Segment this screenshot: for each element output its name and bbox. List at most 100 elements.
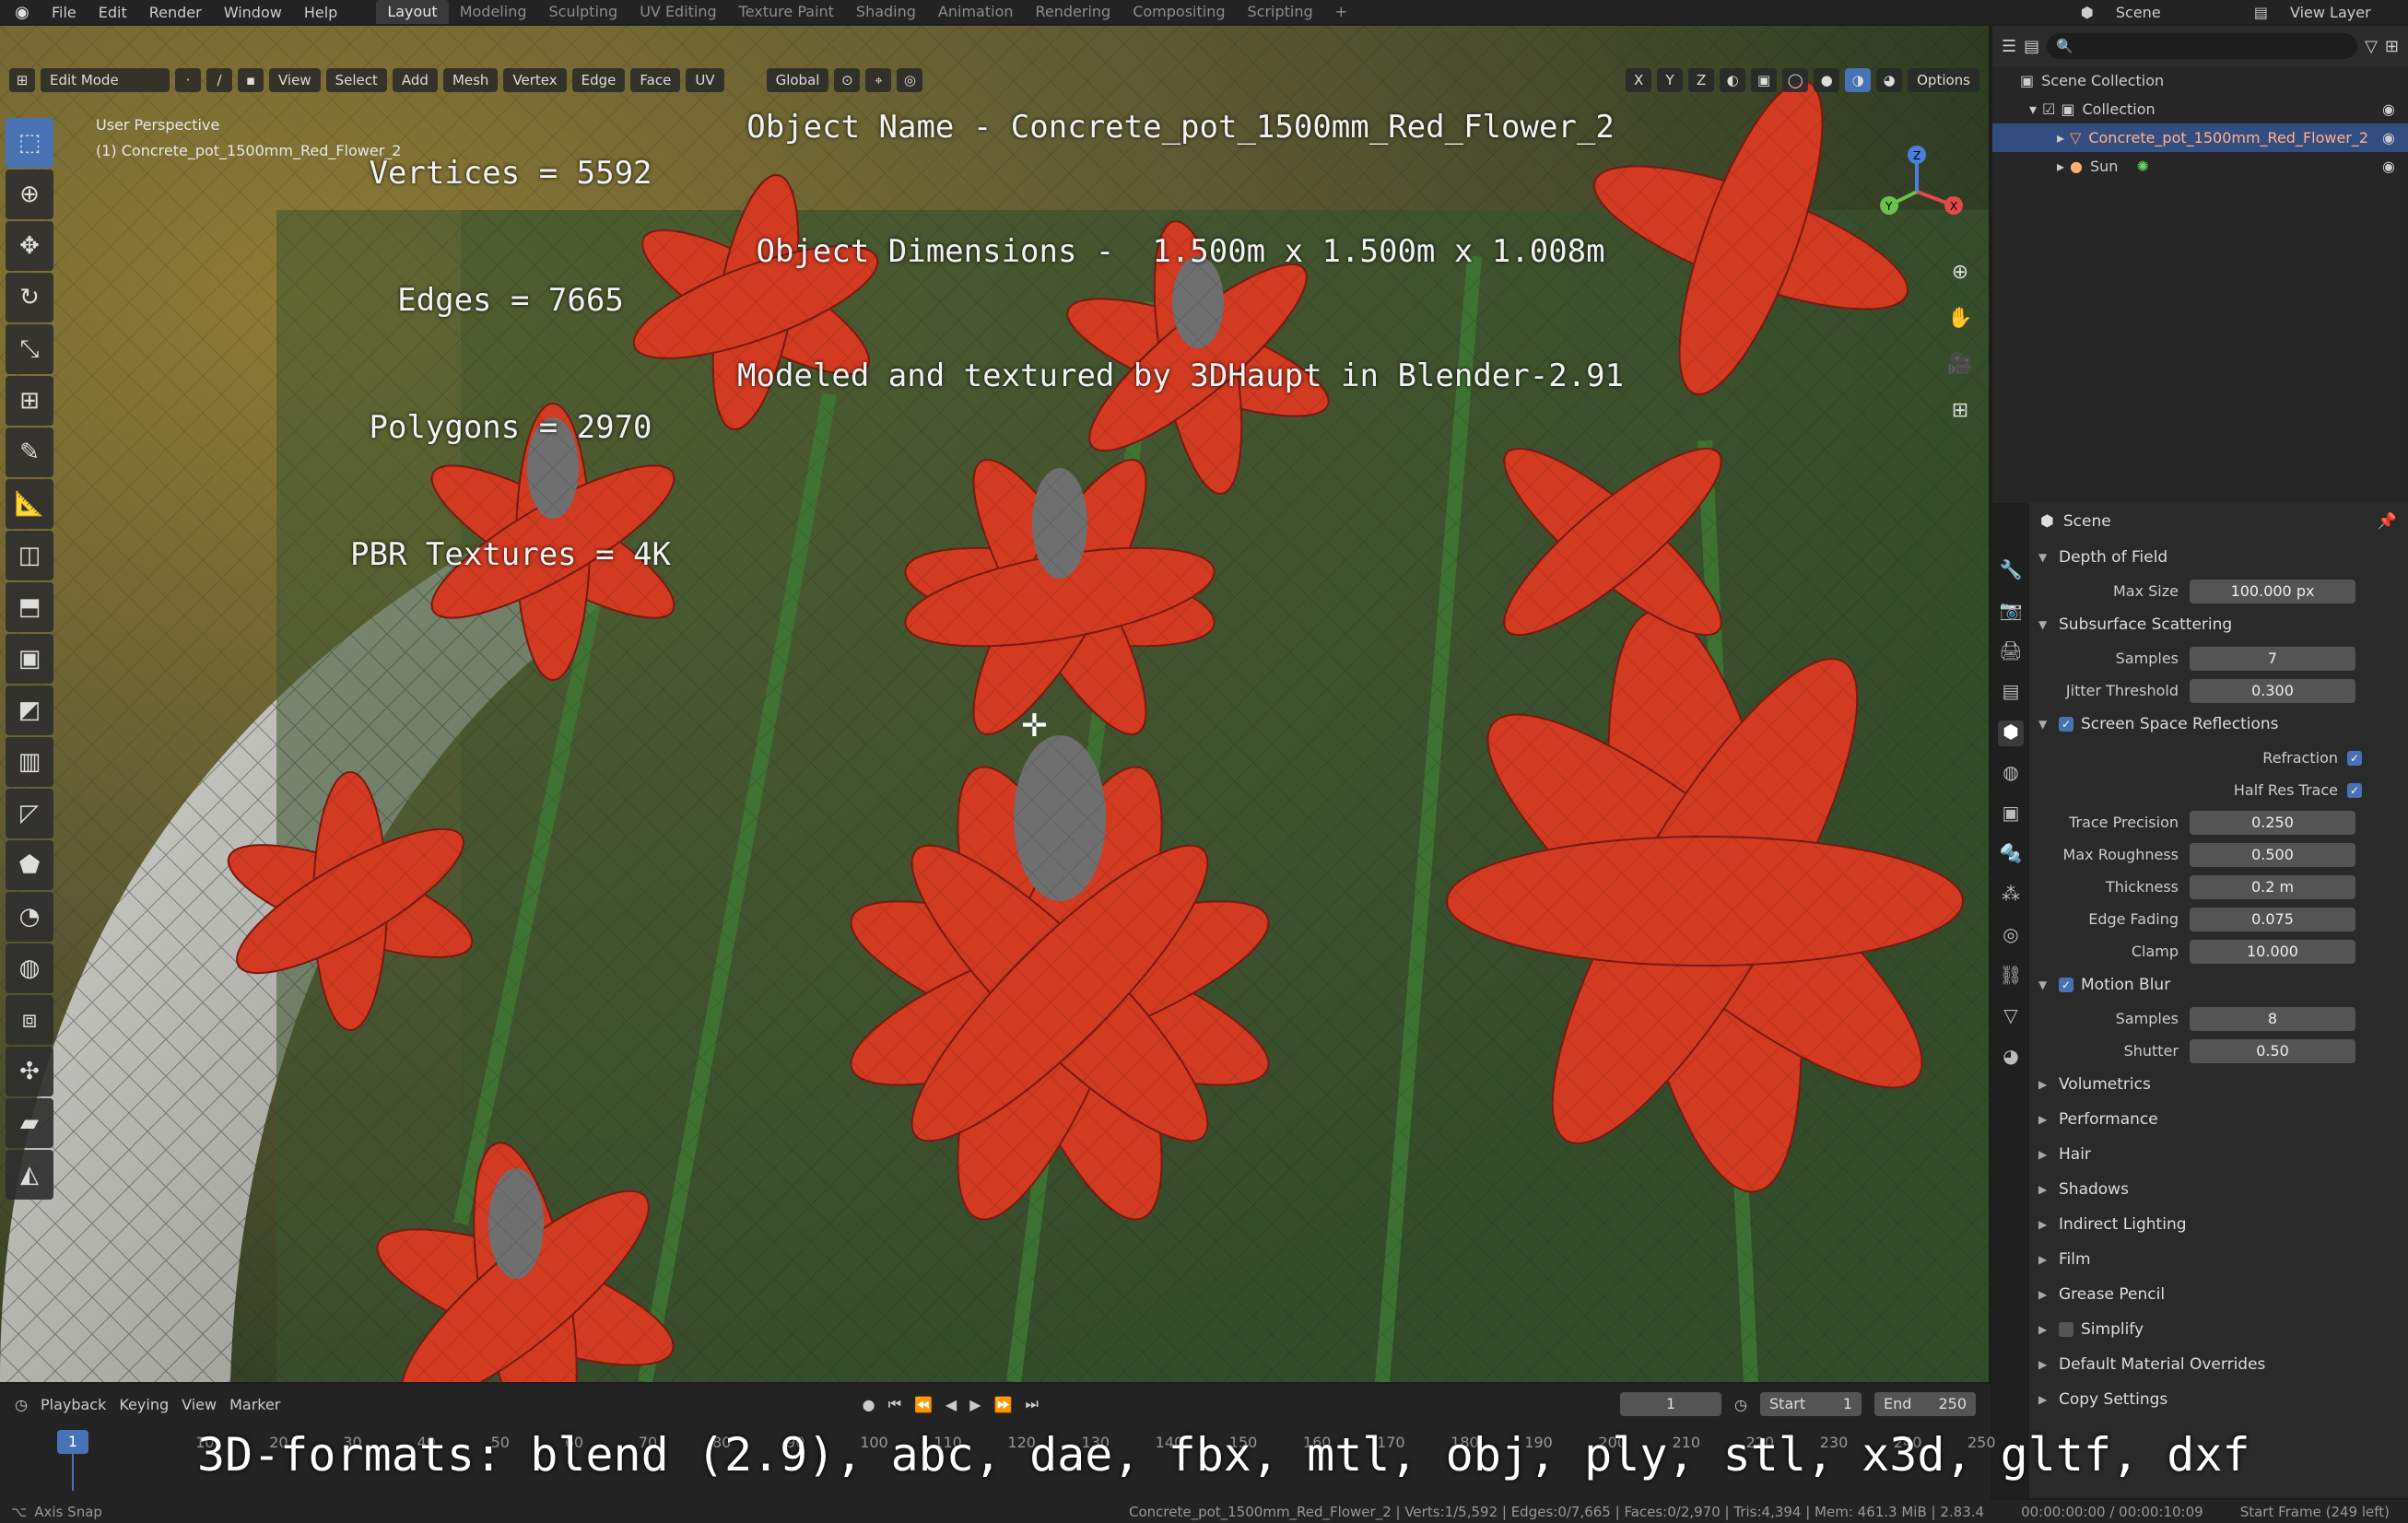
mirror-x-toggle[interactable]: X — [1626, 68, 1652, 92]
visibility-eye-icon[interactable]: ◉ — [2382, 100, 2395, 118]
move-icon[interactable]: ✥ — [6, 221, 53, 271]
property-value-field[interactable]: 7 — [2190, 646, 2355, 671]
tool-tab-icon[interactable]: 🔧 — [1998, 558, 2024, 584]
panel-shadows[interactable]: ▶ Shadows — [2029, 1172, 2408, 1207]
pin-icon[interactable]: 📌 — [2378, 512, 2397, 531]
play-icon[interactable]: ▶ — [969, 1396, 981, 1413]
jump-end-icon[interactable]: ⏭ — [1025, 1395, 1038, 1413]
visibility-eye-icon[interactable]: ◉ — [2382, 129, 2395, 146]
measure-icon[interactable]: 📐 — [6, 479, 53, 529]
loop-cut-icon[interactable]: ▥ — [6, 737, 53, 787]
visibility-eye-icon[interactable]: ◉ — [2382, 158, 2395, 175]
navigation-gizmo[interactable]: Y Z X — [1862, 136, 1972, 247]
wireframe-shading-icon[interactable]: ◯ — [1782, 68, 1809, 92]
scene-tab-icon[interactable]: ⬢ — [1998, 720, 2024, 746]
expand-triangle-icon[interactable]: ▶ — [2038, 1218, 2051, 1231]
scene-selector[interactable]: Scene — [2105, 4, 2243, 21]
bevel-icon[interactable]: ◩ — [6, 685, 53, 735]
outliner-search-input[interactable]: 🔍 — [2047, 33, 2358, 59]
workspace-tab-shading[interactable]: Shading — [845, 0, 927, 24]
stopwatch-icon[interactable]: ◷ — [1734, 1396, 1747, 1413]
panel-default-material-overrides[interactable]: ▶ Default Material Overrides — [2029, 1347, 2408, 1382]
rendered-shading-icon[interactable]: ◕ — [1876, 68, 1903, 92]
solid-shading-icon[interactable]: ● — [1814, 68, 1840, 92]
property-value-field[interactable]: 0.300 — [2190, 678, 2355, 703]
panel-volumetrics[interactable]: ▶ Volumetrics — [2029, 1067, 2408, 1102]
spin-icon[interactable]: ◔ — [6, 892, 53, 942]
workspace-tab-rendering[interactable]: Rendering — [1025, 0, 1122, 24]
panel-copy-settings[interactable]: ▶ Copy Settings — [2029, 1382, 2408, 1417]
extrude-icon[interactable]: ⬒ — [6, 582, 53, 632]
particles-tab-icon[interactable]: ⁂ — [1998, 883, 2024, 908]
current-frame-field[interactable]: 1 — [1620, 1392, 1722, 1416]
collapse-triangle-icon[interactable]: ▼ — [2038, 978, 2051, 991]
keying-menu[interactable]: Keying — [119, 1396, 169, 1413]
next-keyframe-icon[interactable]: ⏩ — [994, 1396, 1013, 1413]
property-checkbox[interactable]: ✓ — [2347, 782, 2362, 798]
view-layer-selector[interactable]: View Layer — [2279, 4, 2408, 21]
collapse-triangle-icon[interactable]: ▼ — [2038, 718, 2051, 731]
3d-cursor-icon[interactable]: ✛ — [1021, 708, 1048, 744]
expand-triangle-icon[interactable]: ▶ — [2038, 1393, 2051, 1406]
render-tab-icon[interactable]: 📷 — [1998, 599, 2024, 625]
knife-icon[interactable]: ◸ — [6, 789, 53, 838]
play-reverse-icon[interactable]: ◀ — [946, 1396, 957, 1413]
expand-triangle-icon[interactable]: ▶ — [2038, 1288, 2051, 1301]
display-mode-icon[interactable]: ▤ — [2024, 37, 2039, 56]
menu-uv[interactable]: UV — [686, 68, 724, 92]
expand-triangle-icon[interactable]: ▶ — [2038, 1323, 2051, 1336]
shear-icon[interactable]: ▰ — [6, 1098, 53, 1148]
view-layer-tab-icon[interactable]: ▤ — [1998, 680, 2024, 706]
material-shading-icon[interactable]: ◑ — [1845, 68, 1872, 92]
playback-menu[interactable]: Playback — [41, 1396, 106, 1413]
pan-hand-icon[interactable]: ✋ — [1944, 307, 1976, 344]
add-workspace-button[interactable]: + — [1324, 0, 1358, 24]
panel-film[interactable]: ▶ Film — [2029, 1242, 2408, 1277]
cursor-icon[interactable]: ⊕ — [6, 170, 53, 219]
property-value-field[interactable]: 100.000 px — [2190, 579, 2355, 603]
smooth-icon[interactable]: ◍ — [6, 943, 53, 993]
blender-logo-icon[interactable]: ◉ — [9, 3, 35, 22]
outliner-row-sun[interactable]: ▸ ● Sun ✺ ◉ — [1992, 152, 2408, 181]
panel-indirect-lighting[interactable]: ▶ Indirect Lighting — [2029, 1207, 2408, 1242]
record-icon[interactable]: ● — [863, 1396, 875, 1413]
workspace-tab-modeling[interactable]: Modeling — [449, 0, 538, 24]
workspace-tab-layout[interactable]: Layout — [376, 0, 449, 24]
expand-triangle-icon[interactable]: ▶ — [2038, 1253, 2051, 1266]
property-value-field[interactable]: 8 — [2190, 1006, 2355, 1031]
marker-menu[interactable]: Marker — [229, 1396, 280, 1413]
panel-subsurface-scattering[interactable]: ▼ Subsurface Scattering — [2029, 607, 2408, 642]
workspace-tab-animation[interactable]: Animation — [927, 0, 1025, 24]
annotate-icon[interactable]: ✎ — [6, 428, 53, 477]
rip-region-icon[interactable]: ◭ — [6, 1150, 53, 1200]
mode-selector[interactable]: Edit Mode — [41, 68, 170, 92]
select-box-icon[interactable]: ⬚ — [6, 118, 53, 168]
new-collection-icon[interactable]: ⊞ — [2385, 37, 2399, 56]
playhead-frame-indicator[interactable]: 1 — [57, 1430, 88, 1454]
scale-icon[interactable]: ⤡ — [6, 324, 53, 374]
transform-icon[interactable]: ⊞ — [6, 376, 53, 426]
edge-select-icon[interactable]: ∕ — [206, 68, 232, 92]
options-dropdown[interactable]: Options — [1908, 68, 1979, 92]
view-layer-icon[interactable]: ▤ — [2243, 4, 2279, 21]
prev-keyframe-icon[interactable]: ⏪ — [914, 1396, 933, 1413]
expand-triangle-icon[interactable]: ▶ — [2038, 1113, 2051, 1126]
menu-help[interactable]: Help — [293, 4, 348, 21]
panel-enable-checkbox[interactable]: ✓ — [2059, 978, 2073, 992]
overlays-icon[interactable]: ◐ — [1720, 68, 1746, 92]
mirror-z-toggle[interactable]: Z — [1688, 68, 1715, 92]
modifier-tab-icon[interactable]: 🔩 — [1998, 842, 2024, 868]
panel-performance[interactable]: ▶ Performance — [2029, 1102, 2408, 1137]
editor-type-icon[interactable]: ◷ — [15, 1396, 28, 1413]
workspace-tab-scripting[interactable]: Scripting — [1237, 0, 1324, 24]
zoom-icon[interactable]: ⊕ — [1944, 261, 1976, 298]
property-value-field[interactable]: 0.250 — [2190, 810, 2355, 835]
camera-icon[interactable]: 🎥 — [1944, 353, 1976, 390]
workspace-tab-compositing[interactable]: Compositing — [1122, 0, 1236, 24]
inset-icon[interactable]: ▣ — [6, 634, 53, 684]
editor-type-icon[interactable]: ⊞ — [9, 68, 35, 92]
end-frame-field[interactable]: End 250 — [1874, 1392, 1977, 1416]
panel-simplify[interactable]: ▶ Simplify — [2029, 1312, 2408, 1347]
menu-window[interactable]: Window — [213, 4, 293, 21]
material-tab-icon[interactable]: ◕ — [1998, 1045, 2024, 1071]
